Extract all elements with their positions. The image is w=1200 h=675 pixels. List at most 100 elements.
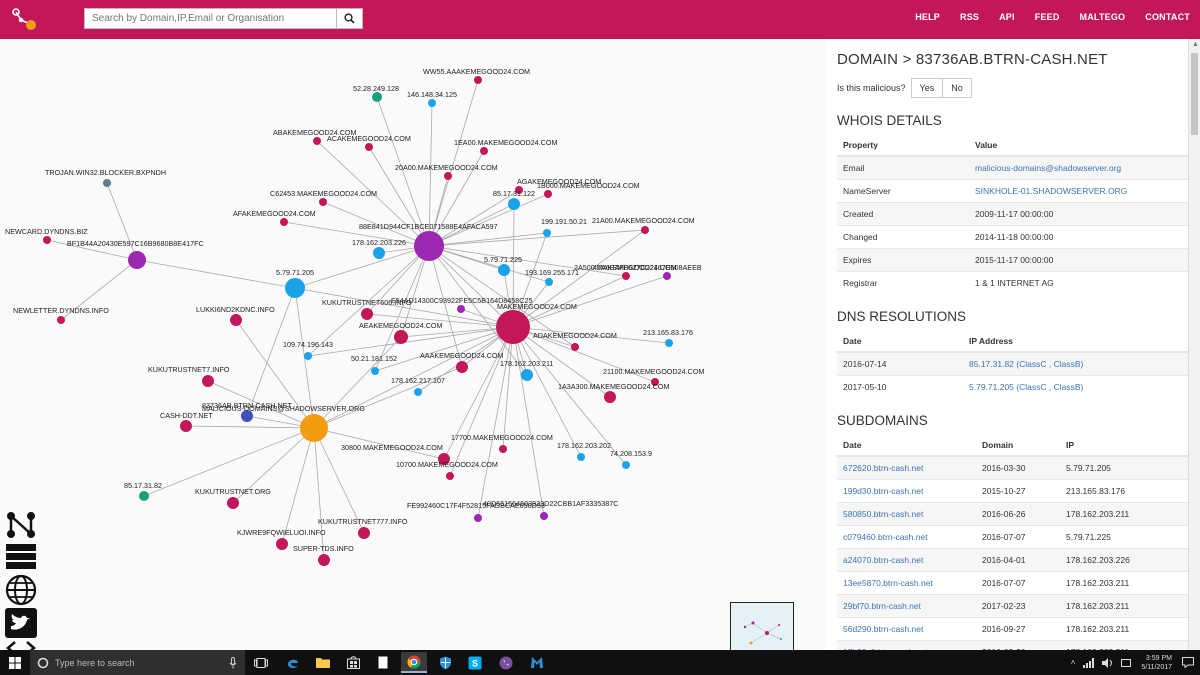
graph-node-hash[interactable] <box>474 514 482 522</box>
graph-node-label[interactable]: ACAKEMEGOOD24.COM <box>327 134 411 143</box>
graph-node-label[interactable]: AFAKEMEGOOD24.COM <box>233 209 316 218</box>
graph-node-label[interactable]: 85.17.31.82 <box>124 481 162 490</box>
graph-node-domain[interactable] <box>641 226 649 234</box>
graph-node-domain[interactable] <box>280 218 288 226</box>
graph-node-label[interactable]: 178.162.203.226 <box>352 238 406 247</box>
graph-node-label[interactable]: WW55.AAAKEMEGOOD24.COM <box>423 67 530 76</box>
taskbar-search[interactable]: Type here to search <box>30 650 245 675</box>
graph-node-label[interactable]: KJWRE9FQWIELUOI.INFO <box>237 528 326 537</box>
graph-node-gray[interactable] <box>103 179 111 187</box>
taskbar-chrome[interactable] <box>401 652 427 673</box>
graph-node-ip[interactable] <box>414 388 422 396</box>
subdomain-link[interactable]: 17b93c0.btrn-cash.net <box>837 639 976 650</box>
graph-network-icon[interactable] <box>5 510 37 540</box>
taskbar-edge[interactable] <box>280 652 306 673</box>
list-view-icon[interactable] <box>5 542 37 572</box>
task-view-button[interactable] <box>248 652 274 673</box>
nav-contact[interactable]: CONTACT <box>1145 12 1190 22</box>
graph-node-hash[interactable] <box>414 231 444 261</box>
graph-node-domain[interactable] <box>365 143 373 151</box>
graph-node-teal_ip[interactable] <box>372 92 382 102</box>
nav-maltego[interactable]: MALTEGO <box>1080 12 1126 22</box>
graph-node-domain[interactable] <box>358 527 370 539</box>
graph-node-ip[interactable] <box>622 461 630 469</box>
graph-node-label[interactable]: AAAKEMEGOOD24.COM <box>420 351 503 360</box>
dns-ip-link[interactable]: 85.17.31.82 <box>969 359 1014 369</box>
logo-icon[interactable] <box>12 8 38 32</box>
graph-node-domain[interactable] <box>227 497 239 509</box>
graph-node-ip[interactable] <box>521 369 533 381</box>
graph-node-teal_ip[interactable] <box>139 491 149 501</box>
graph-node-label[interactable]: 213.165.83.176 <box>643 328 693 337</box>
graph-node-label[interactable]: 50.21.181.152 <box>351 354 397 363</box>
subdomain-link[interactable]: 29bf70.btrn-cash.net <box>837 593 976 617</box>
graph-node-domain[interactable] <box>43 236 51 244</box>
graph-node-domain[interactable] <box>480 147 488 155</box>
graph-node-label[interactable]: ADAKEMEGOOD24.COM <box>533 331 617 340</box>
subdomain-link[interactable]: 580850.btrn-cash.net <box>837 501 976 525</box>
subdomain-link[interactable]: a24070.btrn-cash.net <box>837 547 976 571</box>
panel-scrollbar[interactable]: ▲ <box>1188 39 1200 650</box>
chevron-up-icon[interactable]: ˄ <box>1071 658 1076 667</box>
graph-node-domain[interactable] <box>496 310 530 344</box>
graph-node-domain[interactable] <box>544 190 552 198</box>
search-button[interactable] <box>337 8 363 29</box>
subdomain-link[interactable]: c079460.btrn-cash.net <box>837 524 976 548</box>
graph-node-label[interactable]: KUKUTRUSTNET.ORG <box>195 487 271 496</box>
graph-node-domain[interactable] <box>571 343 579 351</box>
graph-node-label[interactable]: 17700.MAKEMEGOOD24.COM <box>451 433 553 442</box>
graph-node-label[interactable]: 21A00.MAKEMEGOOD24.COM <box>592 216 695 225</box>
graph-node-email[interactable] <box>300 414 328 442</box>
graph-node-domain[interactable] <box>446 472 454 480</box>
graph-node-label[interactable]: 109.74.196.143 <box>283 340 333 349</box>
graph-node-label[interactable]: 52.28.249.128 <box>353 84 399 93</box>
graph-node-ip[interactable] <box>285 278 305 298</box>
graph-node-domain[interactable] <box>318 554 330 566</box>
taskbar-malwarebytes[interactable] <box>524 652 550 673</box>
network-icon[interactable] <box>1083 657 1095 668</box>
graph-node-label[interactable]: NEWLETTER.DYNDNS.INFO <box>13 306 109 315</box>
clock[interactable]: 3:59 PM 5/11/2017 <box>1141 654 1172 672</box>
graph-node-label[interactable]: 21100.MAKEMEGOOD24.COM <box>603 367 704 376</box>
graph-node-label[interactable]: 47A6EAFB627C22167E508AEEB <box>593 263 702 272</box>
graph-node-label[interactable]: 5.79.71.225 <box>484 255 522 264</box>
graph-node-domain[interactable] <box>622 272 630 280</box>
graph-node-label[interactable]: CASH-DDT.NET <box>160 411 213 420</box>
nav-feed[interactable]: FEED <box>1035 12 1060 22</box>
subdomain-link[interactable]: 199d30.btrn-cash.net <box>837 478 976 502</box>
graph-svg[interactable]: MAKEMEGOOD24.COM88E841D944CF1BCE071588E4… <box>0 39 825 650</box>
graph-node-label[interactable]: 85.17.31.122 <box>493 189 535 198</box>
graph-node-label[interactable]: 88E841D944CF1BCE071588E4AFACA597 <box>359 222 498 231</box>
whois-value-link[interactable]: malicious-domains@shadowserver.org <box>969 155 1188 179</box>
graph-node-domain[interactable] <box>276 538 288 550</box>
graph-node-label[interactable]: E54AD14300C93922FE5C5B164D8458C25 <box>391 296 532 305</box>
graph-node-label[interactable]: 1A3A300.MAKEMEGOOD24.COM <box>558 382 669 391</box>
notifications-icon[interactable] <box>1182 657 1194 668</box>
twitter-icon[interactable] <box>5 608 37 638</box>
start-button[interactable] <box>0 650 30 675</box>
graph-node-label[interactable]: 1EA00.MAKEMEGOOD24.COM <box>454 138 557 147</box>
dns-ip-link[interactable]: 5.79.71.205 <box>969 382 1014 392</box>
graph-node-ip[interactable] <box>498 264 510 276</box>
graph-node-label[interactable]: 146.148.34.125 <box>407 90 457 99</box>
subdomain-link[interactable]: 13ee5870.btrn-cash.net <box>837 570 976 594</box>
graph-node-domain[interactable] <box>313 137 321 145</box>
graph-node-hash[interactable] <box>457 305 465 313</box>
graph-node-label[interactable]: 5.79.71.205 <box>276 268 314 277</box>
graph-node-domain[interactable] <box>394 330 408 344</box>
graph-node-label[interactable]: BF1B44A20430E597C16B9680B8E417FC <box>67 239 204 248</box>
graph-node-ip[interactable] <box>577 453 585 461</box>
graph-canvas[interactable]: MAKEMEGOOD24.COM 88E841D944CF1BCE071588E4… <box>0 39 825 650</box>
subdomain-link[interactable]: 56d290.btrn-cash.net <box>837 616 976 640</box>
graph-node-label[interactable]: 193.169.255.171 <box>525 268 579 277</box>
taskbar-viber[interactable] <box>493 652 519 673</box>
graph-node-domain[interactable] <box>319 198 327 206</box>
taskbar-security[interactable] <box>432 652 458 673</box>
graph-node-label[interactable]: 1B000.MAKEMEGOOD24.COM <box>537 181 640 190</box>
graph-node-domain[interactable] <box>444 172 452 180</box>
graph-node-label[interactable]: NEWCARD.DYNDNS.BIZ <box>5 227 88 236</box>
graph-node-label[interactable]: TROJAN.WIN32.BLOCKER.BXPNDH <box>45 168 166 177</box>
graph-node-ip[interactable] <box>428 99 436 107</box>
taskbar-file-explorer[interactable] <box>310 652 336 673</box>
graph-node-label[interactable]: 178.162.203.202 <box>557 441 611 450</box>
